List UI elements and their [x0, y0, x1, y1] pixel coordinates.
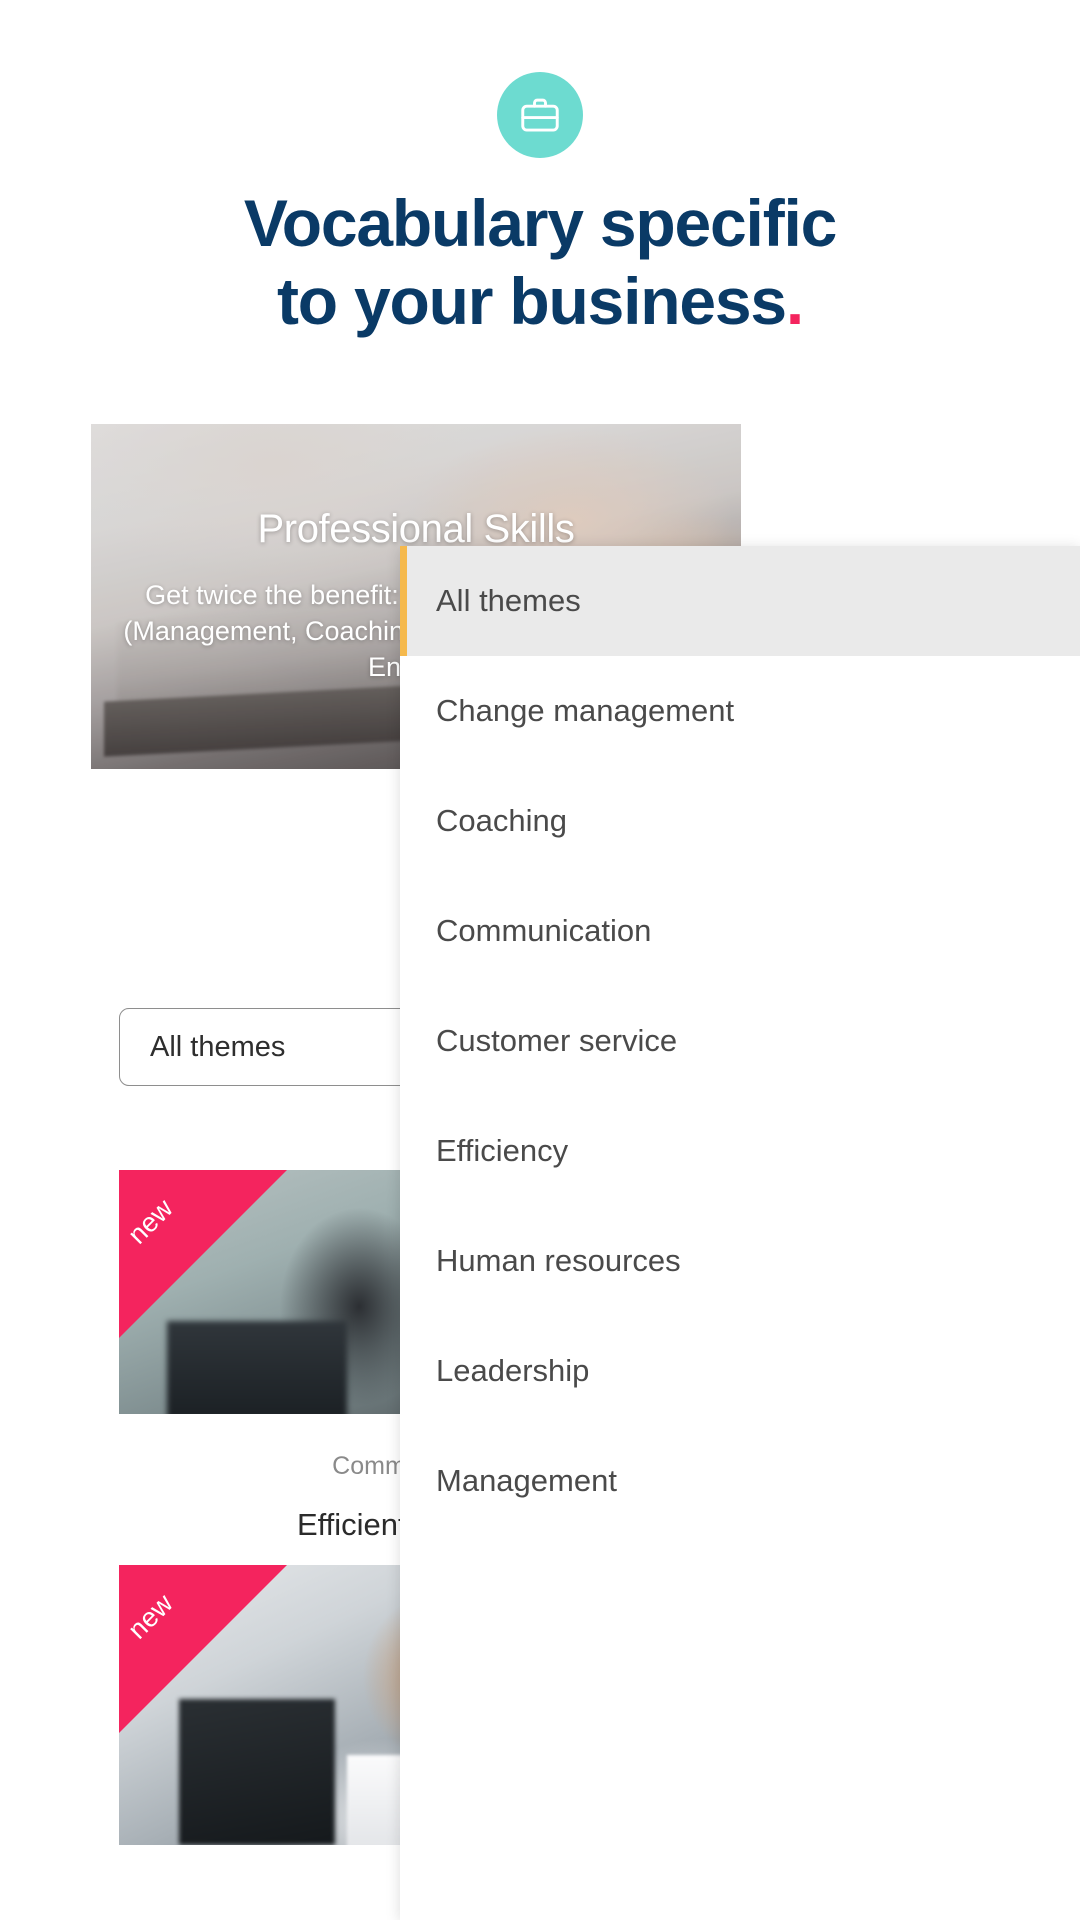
briefcase-icon: [497, 72, 583, 158]
dropdown-option-coaching[interactable]: Coaching: [400, 766, 1080, 876]
dropdown-option-human-resources[interactable]: Human resources: [400, 1206, 1080, 1316]
dropdown-option-label: Human resources: [436, 1243, 681, 1278]
dropdown-option-label: Customer service: [436, 1023, 678, 1058]
dropdown-option-label: Leadership: [436, 1353, 590, 1388]
dropdown-option-leadership[interactable]: Leadership: [400, 1316, 1080, 1426]
dropdown-option-efficiency[interactable]: Efficiency: [400, 1096, 1080, 1206]
dropdown-option-label: Communication: [436, 913, 652, 948]
dropdown-option-communication[interactable]: Communication: [400, 876, 1080, 986]
theme-dropdown-list[interactable]: All themes Change management Coaching Co…: [400, 546, 1080, 1920]
dropdown-option-all-themes[interactable]: All themes: [400, 546, 1080, 656]
page-title: Vocabulary specific to your business.: [0, 185, 1080, 341]
header-icon-container: [0, 72, 1080, 158]
dropdown-option-customer-service[interactable]: Customer service: [400, 986, 1080, 1096]
page-title-period: .: [785, 263, 804, 338]
dropdown-option-label: Coaching: [436, 803, 567, 838]
dropdown-option-label: Change management: [436, 693, 735, 728]
page-title-line-2: to your business: [276, 263, 787, 338]
dropdown-option-label: Management: [436, 1463, 617, 1498]
page-title-line-1: Vocabulary specific: [243, 186, 837, 260]
page-root: Vocabulary specific to your business. Pr…: [0, 0, 1080, 1920]
dropdown-option-label: All themes: [436, 583, 581, 618]
dropdown-option-change-management[interactable]: Change management: [400, 656, 1080, 766]
theme-filter-value: All themes: [150, 1030, 286, 1063]
dropdown-option-label: Efficiency: [436, 1133, 569, 1168]
dropdown-option-management[interactable]: Management: [400, 1426, 1080, 1536]
